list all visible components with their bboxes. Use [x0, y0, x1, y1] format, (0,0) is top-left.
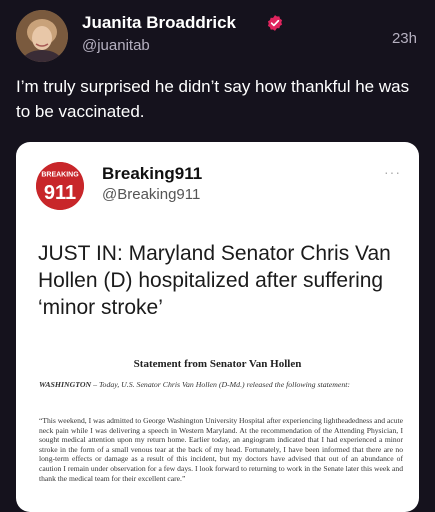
post: Juanita Broaddrick @juanitab 23h I’m tru… [0, 0, 435, 512]
more-options-icon[interactable]: ··· [384, 164, 401, 180]
embed-author-handle[interactable]: @Breaking911 [102, 186, 200, 203]
author-avatar[interactable] [16, 10, 68, 62]
embed-headline: JUST IN: Maryland Senator Chris Van Holl… [38, 242, 391, 319]
logo-breaking-text: BREAKING [41, 172, 79, 179]
embed-author-name[interactable]: Breaking911 [102, 164, 202, 184]
verified-badge-icon [267, 15, 283, 31]
logo-911-text: 911 [44, 182, 76, 204]
avatar-image [16, 10, 68, 62]
dateline-text: – Today, U.S. Senator Chris Van Hollen (… [91, 380, 351, 389]
post-timestamp[interactable]: 23h [392, 30, 417, 47]
breaking911-logo: BREAKING 911 [36, 162, 84, 210]
author-name[interactable]: Juanita Broaddrick [82, 13, 236, 33]
statement-title: Statement from Senator Van Hollen [133, 358, 302, 370]
embed-avatar[interactable]: BREAKING 911 [36, 162, 84, 210]
embedded-post-card[interactable]: BREAKING 911 Breaking911 @Breaking911 ··… [16, 142, 419, 512]
statement-body: “This weekend, I was admitted to George … [39, 416, 403, 483]
post-text: I’m truly surprised he didn’t say how th… [16, 77, 410, 121]
author-handle[interactable]: @juanitab [82, 37, 150, 54]
dateline-place: WASHINGTON [39, 380, 92, 389]
statement-dateline: WASHINGTON – Today, U.S. Senator Chris V… [39, 380, 399, 390]
